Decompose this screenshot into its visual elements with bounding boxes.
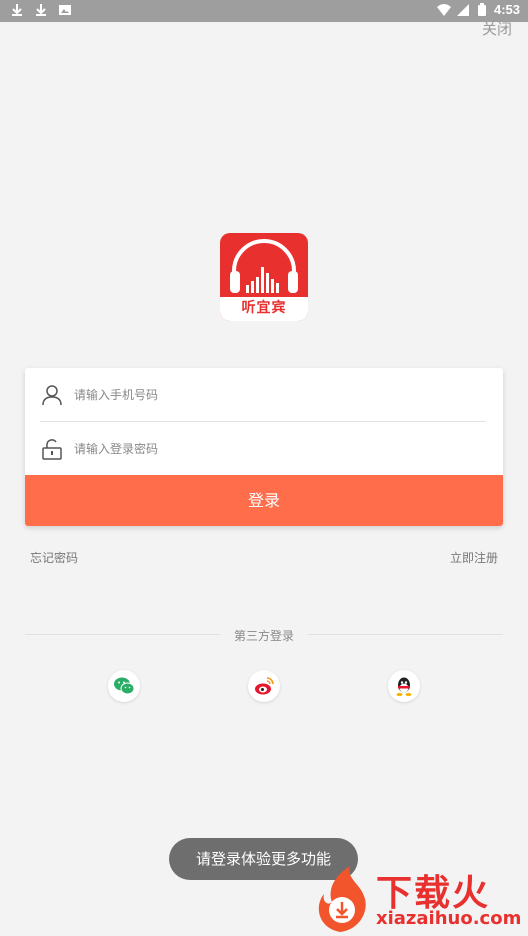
flame-logo-icon bbox=[318, 866, 366, 932]
third-party-label: 第三方登录 bbox=[233, 629, 294, 643]
headphones-icon bbox=[230, 239, 298, 293]
wifi-icon bbox=[436, 3, 451, 16]
status-bar: 4:53 bbox=[0, 0, 528, 22]
image-icon bbox=[59, 5, 71, 15]
password-input[interactable] bbox=[74, 433, 454, 464]
lock-icon bbox=[42, 438, 62, 460]
signal-icon bbox=[456, 3, 469, 16]
qq-login-button[interactable] bbox=[388, 670, 420, 702]
download-icon bbox=[12, 4, 22, 16]
forgot-password-link[interactable]: 忘记密码 bbox=[30, 549, 78, 566]
password-row bbox=[25, 422, 503, 475]
login-form: 登录 bbox=[25, 368, 503, 526]
battery-icon bbox=[477, 2, 486, 16]
app-logo: 听宜宾 bbox=[220, 233, 308, 321]
qq-icon bbox=[396, 677, 412, 697]
wechat-icon bbox=[114, 677, 135, 695]
login-button[interactable]: 登录 bbox=[25, 475, 503, 526]
watermark-url: xiazaihuo.com bbox=[376, 908, 522, 929]
download-icon bbox=[36, 4, 46, 16]
phone-input[interactable] bbox=[74, 379, 454, 410]
register-link[interactable]: 立即注册 bbox=[450, 549, 498, 566]
phone-row bbox=[25, 368, 503, 421]
clock: 4:53 bbox=[493, 2, 520, 17]
watermark: 下载火 xiazaihuo.com bbox=[310, 862, 528, 936]
wechat-login-button[interactable] bbox=[108, 670, 140, 702]
weibo-icon bbox=[255, 677, 274, 695]
user-icon bbox=[42, 384, 62, 405]
logo-text: 听宜宾 bbox=[220, 297, 308, 321]
weibo-login-button[interactable] bbox=[248, 670, 280, 702]
close-button[interactable]: 关闭 bbox=[482, 18, 512, 39]
